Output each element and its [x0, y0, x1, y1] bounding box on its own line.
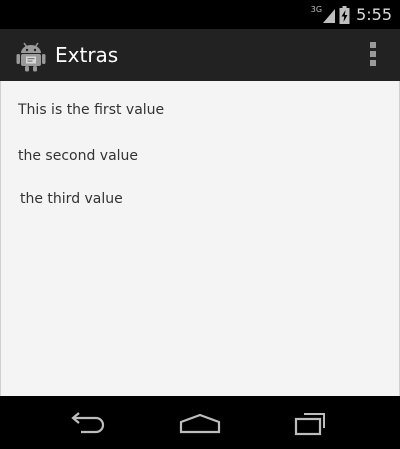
overflow-dot — [370, 51, 376, 57]
network-type-label: 3G — [310, 5, 323, 14]
status-icons: 3G 5:55 — [311, 0, 392, 29]
recents-button[interactable] — [281, 406, 341, 440]
home-icon — [179, 413, 221, 434]
recents-icon — [294, 413, 325, 436]
content-area: This is the first value the second value… — [0, 81, 400, 396]
home-button[interactable] — [170, 406, 230, 440]
status-bar: 3G 5:55 — [0, 0, 400, 29]
overflow-dot — [370, 42, 376, 48]
battery-charging-icon — [339, 5, 350, 24]
back-button[interactable] — [58, 406, 118, 440]
navigation-bar — [0, 396, 400, 449]
overflow-menu-icon[interactable] — [368, 42, 378, 69]
android-robot-icon[interactable] — [16, 40, 46, 72]
clock: 5:55 — [356, 5, 392, 24]
second-value-text: the second value — [18, 148, 139, 164]
first-value-text: This is the first value — [18, 102, 165, 118]
back-icon — [71, 412, 105, 434]
app-title: Extras — [55, 43, 119, 67]
screen: 3G 5:55 Extras This is the first value t… — [0, 0, 400, 449]
action-bar: Extras — [0, 29, 400, 81]
third-value-text: the third value — [20, 191, 123, 207]
signal-icon — [323, 8, 336, 23]
overflow-dot — [370, 60, 376, 66]
